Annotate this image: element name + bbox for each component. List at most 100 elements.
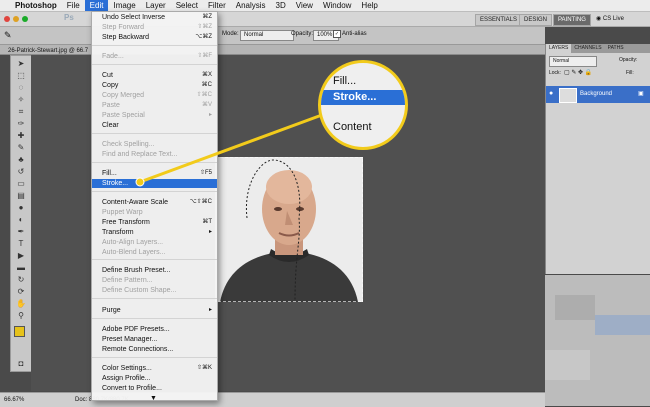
workspace-design[interactable]: DESIGN [519,14,553,26]
shape-tool-icon[interactable]: ▬ [15,263,27,272]
menu-item-auto-blend-layers: Auto-Blend Layers... [92,248,217,257]
menu-item-assign-profile[interactable]: Assign Profile... [92,374,217,383]
menu-item-auto-align-layers: Auto-Align Layers... [92,238,217,247]
menu-item-step-backward[interactable]: Step Backward ⌥⌘Z [92,33,217,42]
menu-item-free-transform[interactable]: Free Transform ⌘T [92,218,217,227]
eyedropper-tool-icon[interactable]: ✑ [15,119,27,128]
hand-tool-icon[interactable]: ✋ [15,299,27,308]
layer-row-background[interactable]: ● Background ▣ [546,86,650,103]
menu-item-shortcut: ⇧⌘K [196,365,212,371]
menu-image[interactable]: Image [108,0,140,11]
lasso-tool-icon[interactable]: ◌ [15,83,27,92]
menu-item-label: Cut [102,72,113,79]
pen-tool-icon[interactable]: ✒ [15,227,27,236]
antialias-checkbox[interactable]: ✓ [333,30,341,38]
menu-separator [92,298,217,299]
history-brush-tool-icon[interactable]: ↺ [15,167,27,176]
mode-select[interactable]: Normal [240,30,294,41]
3d-orbit-tool-icon[interactable]: ⟳ [15,287,27,296]
menu-item-purge[interactable]: Purge ▸ [92,306,217,315]
workspace-painting[interactable]: PAINTING [553,14,591,26]
menu-item-clear[interactable]: Clear [92,121,217,130]
menu-analysis[interactable]: Analysis [231,0,271,11]
menu-edit[interactable]: Edit [84,0,109,11]
menu-window[interactable]: Window [318,0,356,11]
clone-stamp-tool-icon[interactable]: ♣ [15,155,27,164]
menu-3d[interactable]: 3D [271,0,291,11]
menu-item-preset-manager[interactable]: Preset Manager... [92,335,217,344]
menu-item-shortcut: ▸ [208,229,212,235]
type-tool-icon[interactable]: T [15,239,27,248]
magnified-content-item: Content [333,121,372,133]
gradient-tool-icon[interactable]: ▤ [15,191,27,200]
menu-item-label: Free Transform [102,219,150,226]
brush-tool-icon[interactable]: ✎ [15,143,27,152]
path-selection-tool-icon[interactable]: ▶ [15,251,27,260]
zoom-level[interactable]: 66.67% [4,393,24,407]
close-window-button[interactable] [4,16,10,22]
eraser-tool-icon[interactable]: ▭ [15,179,27,188]
mode-label: Mode: [222,31,239,37]
workspace-essentials[interactable]: ESSENTIALS [475,14,523,26]
menu-photoshop[interactable]: Photoshop [10,0,62,11]
minimize-window-button[interactable] [13,16,19,22]
menu-item-convert-to-profile[interactable]: Convert to Profile... [92,384,217,393]
menu-item-adobe-pdf-presets[interactable]: Adobe PDF Presets... [92,325,217,334]
menu-item-label: Copy Merged [102,92,145,99]
tab-layers[interactable]: LAYERS [546,44,572,53]
quick-mask-icon[interactable]: ◘ [15,359,27,368]
panel-opacity-label: Opacity: [619,57,638,63]
zoom-tool-icon[interactable]: ⚲ [15,311,27,320]
brush-tool-preset-icon[interactable]: ✎ [4,30,12,41]
menu-item-shortcut: ⇧⌘Z [197,24,212,30]
tab-paths[interactable]: PATHS [605,44,627,53]
3d-rotate-tool-icon[interactable]: ↻ [15,275,27,284]
dodge-tool-icon[interactable]: ◐ [15,215,27,224]
blend-mode-select[interactable]: Normal [549,56,597,67]
menu-separator [92,191,217,192]
foreground-color-swatch[interactable] [14,326,25,337]
menu-help[interactable]: Help [356,0,382,11]
healing-brush-tool-icon[interactable]: ✚ [15,131,27,140]
menu-filter[interactable]: Filter [203,0,231,11]
menu-separator [92,162,217,163]
menu-item-label: Paste [102,102,120,109]
marquee-tool-icon[interactable]: ⬚ [15,71,27,80]
menu-item-shortcut: ⇧F5 [199,170,212,176]
menu-layer[interactable]: Layer [141,0,171,11]
menu-item-paste: Paste ⌘V [92,101,217,110]
menu-item-fill[interactable]: Fill... ⇧F5 [92,169,217,178]
menu-item-color-settings[interactable]: Color Settings... ⇧⌘K [92,364,217,373]
menu-item-label: Purge [102,307,121,314]
eye-icon[interactable]: ● [549,90,553,97]
zoom-window-button[interactable] [22,16,28,22]
menu-item-shortcut: ⌘Z [202,14,212,20]
quick-select-tool-icon[interactable]: ✧ [15,95,27,104]
menu-view[interactable]: View [291,0,318,11]
menu-item-fade: Fade... ⇧⌘F [92,52,217,61]
menu-select[interactable]: Select [171,0,203,11]
menu-item-content-aware-scale[interactable]: Content-Aware Scale ⌥⇧⌘C [92,198,217,207]
blur-tool-icon[interactable]: ● [15,203,27,212]
menu-file[interactable]: File [62,0,85,11]
lock-icons[interactable]: ▢ ✎ ✥ 🔒 [564,69,592,76]
menu-item-label: Auto-Align Layers... [102,239,164,246]
magnifier-callout: Fill... Stroke... Content [318,60,408,150]
menu-item-undo-select-inverse[interactable]: Undo Select Inverse ⌘Z [92,13,217,22]
menu-item-cut[interactable]: Cut ⌘X [92,71,217,80]
menu-item-define-brush-preset[interactable]: Define Brush Preset... [92,266,217,275]
tab-channels[interactable]: CHANNELS [571,44,604,53]
cs-live-icon: ◉ [596,16,603,22]
menu-separator [92,45,217,46]
menu-scroll-down-icon[interactable]: ▼ [92,394,217,403]
menu-item-transform[interactable]: Transform ▸ [92,228,217,237]
document-tab[interactable]: 26-Patrick-Stewart.jpg @ 66.7 [0,45,545,55]
menu-item-label: Auto-Blend Layers... [102,249,166,256]
move-tool-icon[interactable]: ➤ [15,59,27,68]
cs-live-button[interactable]: ◉ CS Live [596,14,624,24]
menu-item-copy[interactable]: Copy ⌘C [92,81,217,90]
edit-menu-dropdown: Undo Select Inverse ⌘Z Step Forward ⇧⌘Z Step… [91,11,218,403]
crop-tool-icon[interactable]: ⌗ [15,107,27,116]
menu-item-remote-connections[interactable]: Remote Connections... [92,345,217,354]
menu-item-stroke[interactable]: Stroke... [92,179,217,188]
